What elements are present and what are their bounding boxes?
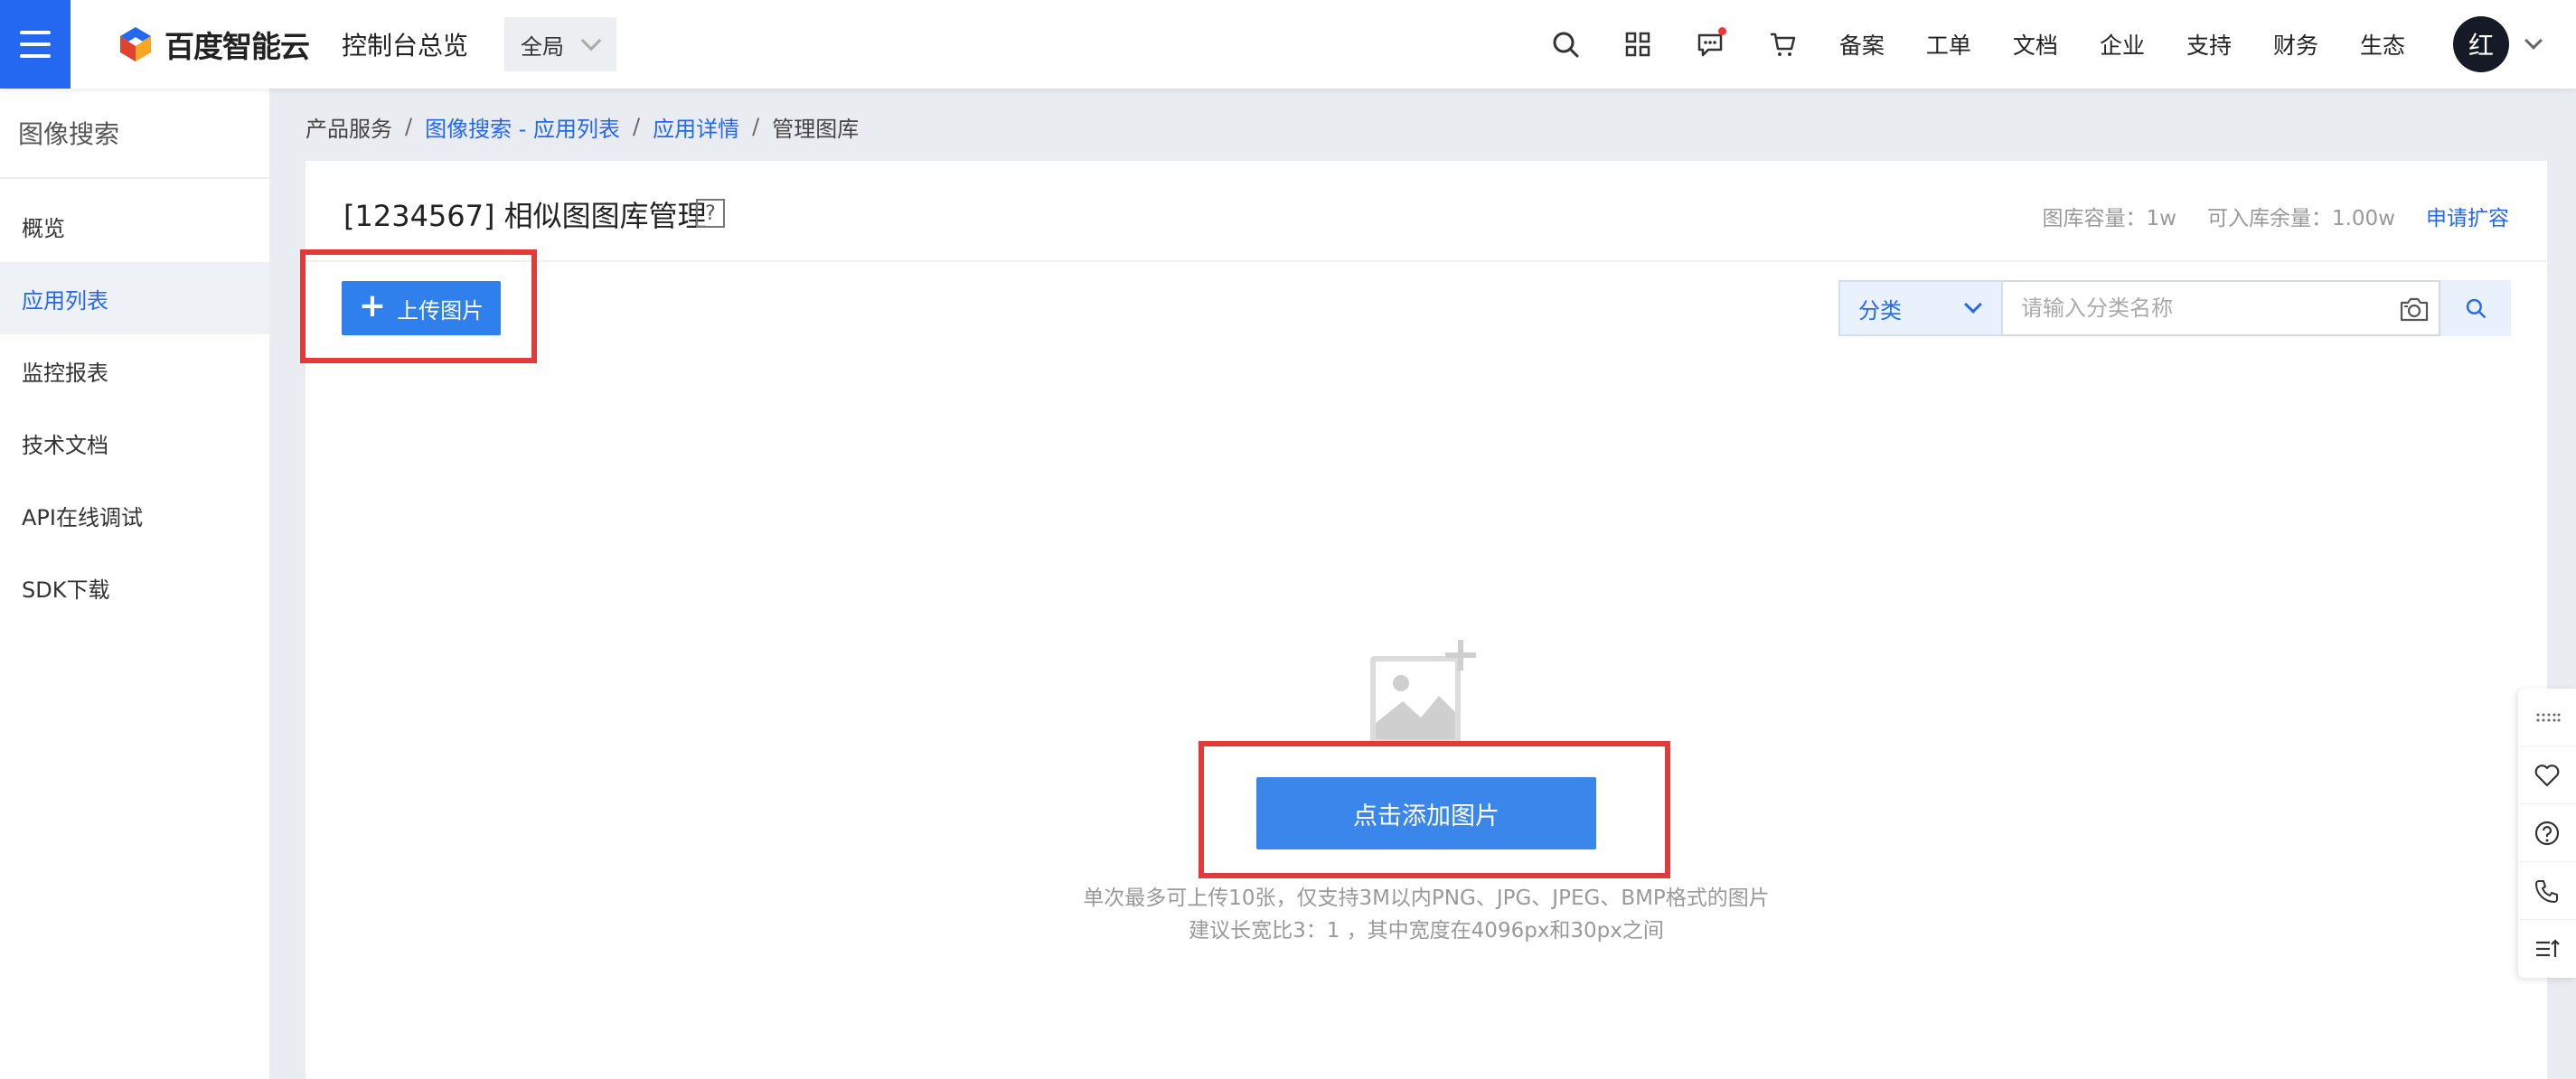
floating-toolbar — [2518, 689, 2576, 978]
apply-expansion-link[interactable]: 申请扩容 — [2426, 201, 2509, 231]
nav-support[interactable]: 支持 — [2166, 28, 2252, 61]
card-header: [1234567] 相似图图库管理 ? 图库容量：1w 可入库余量：1.00w … — [306, 161, 2547, 262]
search-field-wrapper — [2003, 280, 2440, 336]
search-submit-button[interactable] — [2440, 280, 2511, 336]
console-overview-link[interactable]: 控制台总览 — [342, 26, 468, 62]
nav-finance[interactable]: 财务 — [2252, 28, 2339, 61]
phone-icon — [2535, 879, 2558, 903]
search-group: 分类 — [1838, 280, 2511, 336]
brand-name: 百度智能云 — [165, 29, 310, 64]
sidebar-item-sdk-download[interactable]: SDK下载 — [0, 551, 269, 624]
breadcrumb-root: 产品服务 — [306, 116, 392, 142]
capacity-info: 图库容量：1w 可入库余量：1.00w 申请扩容 — [2043, 201, 2509, 231]
top-navigation-bar: 百度智能云 控制台总览 全局 备案 工单 文档 企业 支持 财务 生态 红 — [0, 0, 2576, 89]
heart-icon — [2534, 764, 2560, 786]
upload-hint-line1: 单次最多可上传10张，仅支持3M以内PNG、JPG、JPEG、BMP格式的图片 — [1083, 887, 1770, 910]
list-sort-icon — [2536, 939, 2560, 957]
page-title: [1234567] 相似图图库管理 — [343, 199, 707, 233]
sidebar-item-overview[interactable]: 概览 — [0, 190, 269, 262]
brand-logo[interactable]: 百度智能云 — [116, 23, 310, 66]
scope-value: 全局 — [521, 33, 565, 60]
gallery-management-card: [1234567] 相似图图库管理 ? 图库容量：1w 可入库余量：1.00w … — [306, 161, 2547, 1079]
contact-phone-button[interactable] — [2518, 862, 2576, 920]
search-icon — [2466, 298, 2486, 318]
favorite-button[interactable] — [2518, 746, 2576, 804]
gallery-capacity: 图库容量：1w — [2042, 207, 2176, 230]
apps-grid-icon — [1625, 32, 1650, 57]
nav-docs[interactable]: 文档 — [1992, 28, 2079, 61]
sidebar-item-app-list[interactable]: 应用列表 — [0, 262, 269, 334]
chevron-down-icon — [1964, 296, 1982, 314]
help-button[interactable] — [2518, 804, 2576, 862]
user-avatar[interactable]: 红 — [2453, 16, 2509, 72]
help-icon[interactable]: ? — [696, 199, 725, 228]
category-dropdown[interactable]: 分类 — [1838, 280, 2003, 336]
highlight-upload-button — [300, 249, 537, 363]
drag-handle[interactable] — [2518, 689, 2576, 746]
chevron-down-icon — [580, 30, 602, 52]
nav-ticket[interactable]: 工单 — [1905, 28, 1992, 61]
add-image-placeholder-icon — [1370, 640, 1476, 745]
drag-dots-icon — [2536, 713, 2561, 721]
cart-icon — [1770, 33, 1796, 56]
camera-icon[interactable] — [2399, 296, 2430, 323]
breadcrumb-separator: / — [405, 114, 413, 139]
nav-ecosystem[interactable]: 生态 — [2339, 28, 2426, 61]
remaining-capacity: 可入库余量：1.00w — [2206, 207, 2395, 230]
category-value: 分类 — [1858, 297, 1902, 324]
breadcrumb-app-list-link[interactable]: 图像搜索 - 应用列表 — [425, 111, 620, 143]
nav-icp[interactable]: 备案 — [1819, 28, 1905, 61]
messages-button[interactable] — [1674, 27, 1746, 59]
unread-dot — [1717, 27, 1726, 35]
question-circle-icon — [2534, 821, 2560, 845]
nav-enterprise[interactable]: 企业 — [2079, 28, 2166, 61]
sidebar-title: 图像搜索 — [0, 89, 269, 179]
back-to-top-button[interactable] — [2518, 920, 2576, 978]
search-button[interactable] — [1529, 30, 1602, 59]
hamburger-menu-button[interactable] — [0, 0, 71, 89]
category-search-input[interactable] — [2021, 296, 2383, 321]
upload-hint-line2: 建议长宽比3：1 ，其中宽度在4096px和30px之间 — [1189, 919, 1664, 943]
sidebar-item-monitoring[interactable]: 监控报表 — [0, 334, 269, 407]
sidebar-item-api-debug[interactable]: API在线调试 — [0, 479, 269, 551]
breadcrumb-separator: / — [633, 114, 641, 139]
apps-button[interactable] — [1602, 30, 1674, 59]
chevron-down-icon[interactable] — [2524, 32, 2543, 50]
cart-button[interactable] — [1746, 30, 1819, 59]
cloud-logo-icon — [120, 27, 151, 61]
search-icon — [1553, 32, 1579, 58]
sidebar: 图像搜索 概览 应用列表 监控报表 技术文档 API在线调试 SDK下载 — [0, 89, 269, 1079]
breadcrumb-separator: / — [752, 114, 760, 139]
sidebar-item-tech-docs[interactable]: 技术文档 — [0, 407, 269, 479]
breadcrumb: 产品服务 / 图像搜索 - 应用列表 / 应用详情 / 管理图库 — [306, 108, 859, 145]
scope-dropdown[interactable]: 全局 — [504, 17, 617, 71]
breadcrumb-current: 管理图库 — [772, 116, 860, 142]
breadcrumb-app-detail-link[interactable]: 应用详情 — [653, 111, 739, 143]
highlight-add-image-button — [1199, 741, 1670, 878]
